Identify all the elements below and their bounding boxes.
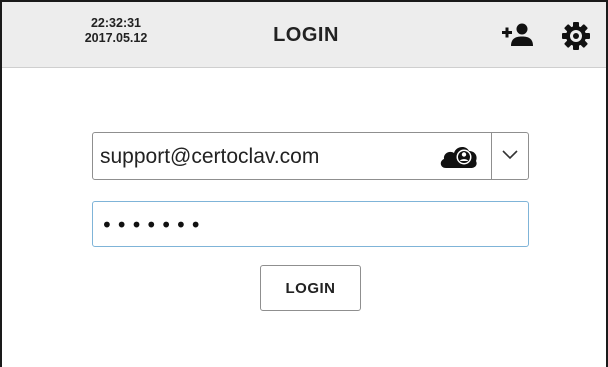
account-dropdown-button[interactable] xyxy=(491,133,528,179)
account-select[interactable]: support@certoclav.com xyxy=(92,132,529,180)
chevron-down-icon xyxy=(502,150,518,160)
settings-button[interactable] xyxy=(560,20,594,52)
gear-icon xyxy=(562,22,590,50)
login-button[interactable]: LOGIN xyxy=(260,265,361,311)
add-user-button[interactable] xyxy=(501,20,535,52)
app-window: 22:32:31 2017.05.12 LOGIN support@certoc… xyxy=(0,0,608,367)
password-field[interactable] xyxy=(99,206,503,244)
email-field[interactable]: support@certoclav.com xyxy=(100,145,319,169)
top-bar: 22:32:31 2017.05.12 LOGIN xyxy=(2,2,606,68)
cloud-user-icon xyxy=(440,147,477,168)
password-field-container[interactable] xyxy=(92,201,529,247)
add-user-icon xyxy=(502,23,533,46)
